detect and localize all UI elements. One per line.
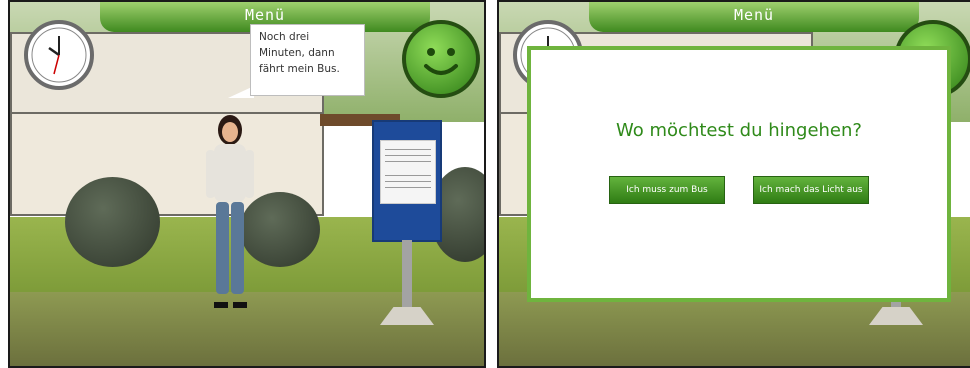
speech-line: Minuten, dann (259, 47, 335, 59)
game-screen-right: Menü Wo möchtest du hingehen? Ich muss z… (497, 0, 970, 368)
game-screen-left: Menü Noch drei Minuten, dann fährt mein … (8, 0, 486, 368)
menu-bar[interactable]: Menü (589, 2, 919, 32)
bus-timetable (380, 140, 436, 204)
speech-line: fährt mein Bus. (259, 63, 340, 75)
go-to-bus-button[interactable]: Ich muss zum Bus (609, 176, 725, 204)
menu-label: Menü (244, 6, 286, 24)
speech-bubble: Noch drei Minuten, dann fährt mein Bus. (250, 24, 365, 96)
clock-icon (24, 20, 94, 90)
woman-character (200, 112, 260, 322)
speech-line: Noch drei (259, 31, 310, 43)
bus-stop-sign[interactable] (372, 120, 442, 242)
smiley-icon[interactable] (402, 20, 480, 98)
menu-label: Menü (733, 6, 775, 24)
destination-dialog: Wo möchtest du hingehen? Ich muss zum Bu… (527, 46, 951, 302)
bush (65, 177, 160, 267)
bus-stop-pole (402, 240, 412, 312)
turn-off-light-button[interactable]: Ich mach das Licht aus (753, 176, 869, 204)
dialog-question: Wo möchtest du hingehen? (616, 120, 862, 141)
